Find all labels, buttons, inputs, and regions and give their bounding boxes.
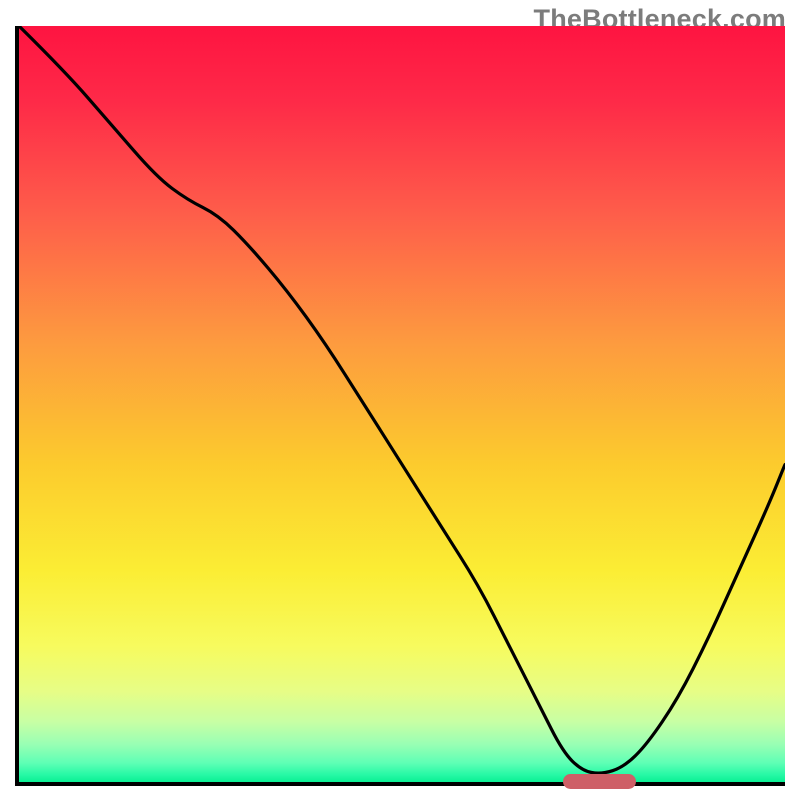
- bottleneck-curve: [19, 26, 785, 782]
- plot-area: [19, 26, 785, 782]
- optimal-range-marker: [563, 774, 636, 789]
- chart-container: TheBottleneck.com: [0, 0, 800, 800]
